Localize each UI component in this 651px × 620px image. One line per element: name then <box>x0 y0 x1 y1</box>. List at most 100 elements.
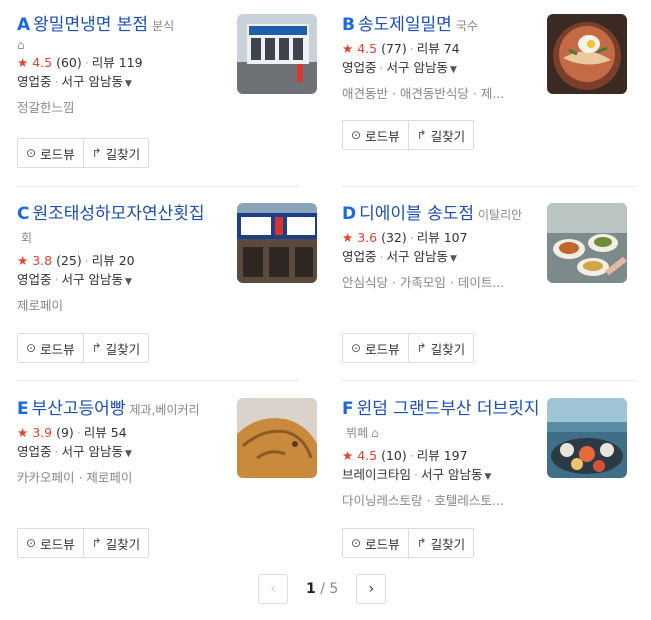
location-dropdown[interactable]: 서구 암남동 <box>62 74 123 89</box>
directions-arrow-icon: ↱ <box>91 341 102 355</box>
location-dropdown[interactable]: 서구 암남동 <box>387 60 448 75</box>
result-thumbnail[interactable] <box>547 398 627 478</box>
action-buttons: ⊙ 로드뷰 ↱ 길찾기 <box>342 528 475 558</box>
roadview-button[interactable]: ⊙ 로드뷰 <box>18 334 83 362</box>
directions-label: 길찾기 <box>430 128 466 144</box>
result-name-link[interactable]: 윈덤 그랜드부산 더브릿지 <box>357 399 540 419</box>
rating-line: ★ 3.9 (9) · 리뷰 54 <box>17 425 127 440</box>
result-thumbnail[interactable] <box>237 398 317 478</box>
status-line: 브레이크타임 · 서구 암남동 ▼ <box>342 467 492 482</box>
rating-count[interactable]: (32) <box>381 230 407 245</box>
result-thumbnail[interactable] <box>237 203 317 283</box>
home-icon[interactable]: ⌂ <box>17 38 217 52</box>
roadview-label: 로드뷰 <box>40 341 75 357</box>
rating-score: 3.6 <box>357 230 378 245</box>
pagination: ‹ 1 / 5 › <box>258 574 387 604</box>
roadview-button[interactable]: ⊙ 로드뷰 <box>343 121 408 149</box>
location-dropdown[interactable]: 서구 암남동 <box>387 249 448 264</box>
result-name-link[interactable]: 왕밀면냉면 본점 <box>33 15 148 35</box>
review-count[interactable]: 리뷰 119 <box>92 55 143 70</box>
directions-label: 길찾기 <box>430 341 466 357</box>
roadview-label: 로드뷰 <box>365 536 400 552</box>
rating-count[interactable]: (77) <box>381 41 407 56</box>
roadview-pin-icon: ⊙ <box>351 536 362 550</box>
result-name-link[interactable]: 원조태성하모자연산횟집 <box>32 204 204 224</box>
result-name-link[interactable]: 디에이블 송도점 <box>359 204 474 224</box>
rating-count[interactable]: (25) <box>56 253 82 268</box>
directions-button[interactable]: ↱ 길찾기 <box>407 334 474 362</box>
directions-arrow-icon: ↱ <box>91 146 102 160</box>
page-indicator: 1 / 5 <box>306 581 338 597</box>
roadview-label: 로드뷰 <box>40 536 75 552</box>
directions-label: 길찾기 <box>105 536 141 552</box>
action-buttons: ⊙ 로드뷰 ↱ 길찾기 <box>17 138 150 168</box>
roadview-button[interactable]: ⊙ 로드뷰 <box>18 529 83 557</box>
result-thumbnail[interactable] <box>547 14 627 94</box>
roadview-button[interactable]: ⊙ 로드뷰 <box>343 334 408 362</box>
caret-down-icon[interactable]: ▼ <box>484 472 491 482</box>
directions-button[interactable]: ↱ 길찾기 <box>82 139 149 167</box>
result-name-link[interactable]: 부산고등어빵 <box>32 399 126 419</box>
result-title-line: E 부산고등어빵 제과,베이커리 <box>17 398 222 422</box>
result-card-a: A 왕밀면냉면 본점 분식 ⌂ ★ 4.5 (60) · 리뷰 119 영업중 · 서구 암… <box>17 14 317 184</box>
review-count[interactable]: 리뷰 107 <box>417 230 468 245</box>
prev-page-button[interactable]: ‹ <box>258 574 288 604</box>
rating-count[interactable]: (9) <box>56 425 74 440</box>
result-category: 제과,베이커리 <box>129 403 200 417</box>
result-marker-letter: B <box>342 15 355 35</box>
directions-button[interactable]: ↱ 길찾기 <box>407 121 474 149</box>
roadview-pin-icon: ⊙ <box>351 128 362 142</box>
result-name-link[interactable]: 송도제일밀면 <box>358 15 452 35</box>
result-title-line: D 디에이블 송도점 이탈리안 <box>342 203 547 227</box>
status-line: 영업중 · 서구 암남동 ▼ <box>342 60 457 75</box>
caret-down-icon[interactable]: ▼ <box>450 254 457 264</box>
directions-button[interactable]: ↱ 길찾기 <box>407 529 474 557</box>
location-dropdown[interactable]: 서구 암남동 <box>62 272 123 287</box>
open-status: 영업중 <box>17 444 52 459</box>
next-page-button[interactable]: › <box>356 574 387 604</box>
open-status: 영업중 <box>17 74 52 89</box>
tags: 다이닝레스토랑 · 호텔레스토... <box>342 493 504 508</box>
caret-down-icon[interactable]: ▼ <box>125 79 132 89</box>
result-thumbnail[interactable] <box>237 14 317 94</box>
roadview-button[interactable]: ⊙ 로드뷰 <box>18 139 83 167</box>
result-card-c: C 원조태성하모자연산횟집회 ★ 3.8 (25) · 리뷰 20 영업중 · 서구 암남… <box>17 203 317 373</box>
directions-label: 길찾기 <box>430 536 466 552</box>
directions-button[interactable]: ↱ 길찾기 <box>82 529 149 557</box>
roadview-label: 로드뷰 <box>365 341 400 357</box>
star-icon: ★ <box>17 253 29 268</box>
result-category: 회 <box>21 231 33 245</box>
review-count[interactable]: 리뷰 54 <box>84 425 127 440</box>
status-line: 영업중 · 서구 암남동 ▼ <box>17 74 132 89</box>
tags: 정갈한느낌 <box>17 100 75 115</box>
directions-button[interactable]: ↱ 길찾기 <box>82 334 149 362</box>
action-buttons: ⊙ 로드뷰 ↱ 길찾기 <box>342 333 475 363</box>
caret-down-icon[interactable]: ▼ <box>125 449 132 459</box>
rating-count[interactable]: (60) <box>56 55 82 70</box>
chevron-left-icon: ‹ <box>270 581 276 597</box>
rating-line: ★ 4.5 (10) · 리뷰 197 <box>342 448 468 463</box>
rating-line: ★ 4.5 (77) · 리뷰 74 <box>342 41 460 56</box>
location-dropdown[interactable]: 서구 암남동 <box>62 444 123 459</box>
rating-line: ★ 4.5 (60) · 리뷰 119 <box>17 55 143 70</box>
roadview-button[interactable]: ⊙ 로드뷰 <box>343 529 408 557</box>
location-dropdown[interactable]: 서구 암남동 <box>421 467 482 482</box>
directions-arrow-icon: ↱ <box>416 128 427 142</box>
rating-score: 3.8 <box>32 253 53 268</box>
star-icon: ★ <box>17 425 29 440</box>
caret-down-icon[interactable]: ▼ <box>125 277 132 287</box>
directions-arrow-icon: ↱ <box>91 536 102 550</box>
rating-line: ★ 3.8 (25) · 리뷰 20 <box>17 253 135 268</box>
home-icon[interactable]: ⌂ <box>371 426 379 440</box>
caret-down-icon[interactable]: ▼ <box>450 65 457 75</box>
review-count[interactable]: 리뷰 74 <box>417 41 460 56</box>
result-thumbnail[interactable] <box>547 203 627 283</box>
roadview-pin-icon: ⊙ <box>26 536 37 550</box>
status-line: 영업중 · 서구 암남동 ▼ <box>342 249 457 264</box>
status-line: 영업중 · 서구 암남동 ▼ <box>17 272 132 287</box>
review-count[interactable]: 리뷰 20 <box>92 253 135 268</box>
review-count[interactable]: 리뷰 197 <box>417 448 468 463</box>
rating-score: 4.5 <box>357 448 378 463</box>
rating-count[interactable]: (10) <box>381 448 407 463</box>
rating-score: 3.9 <box>32 425 53 440</box>
